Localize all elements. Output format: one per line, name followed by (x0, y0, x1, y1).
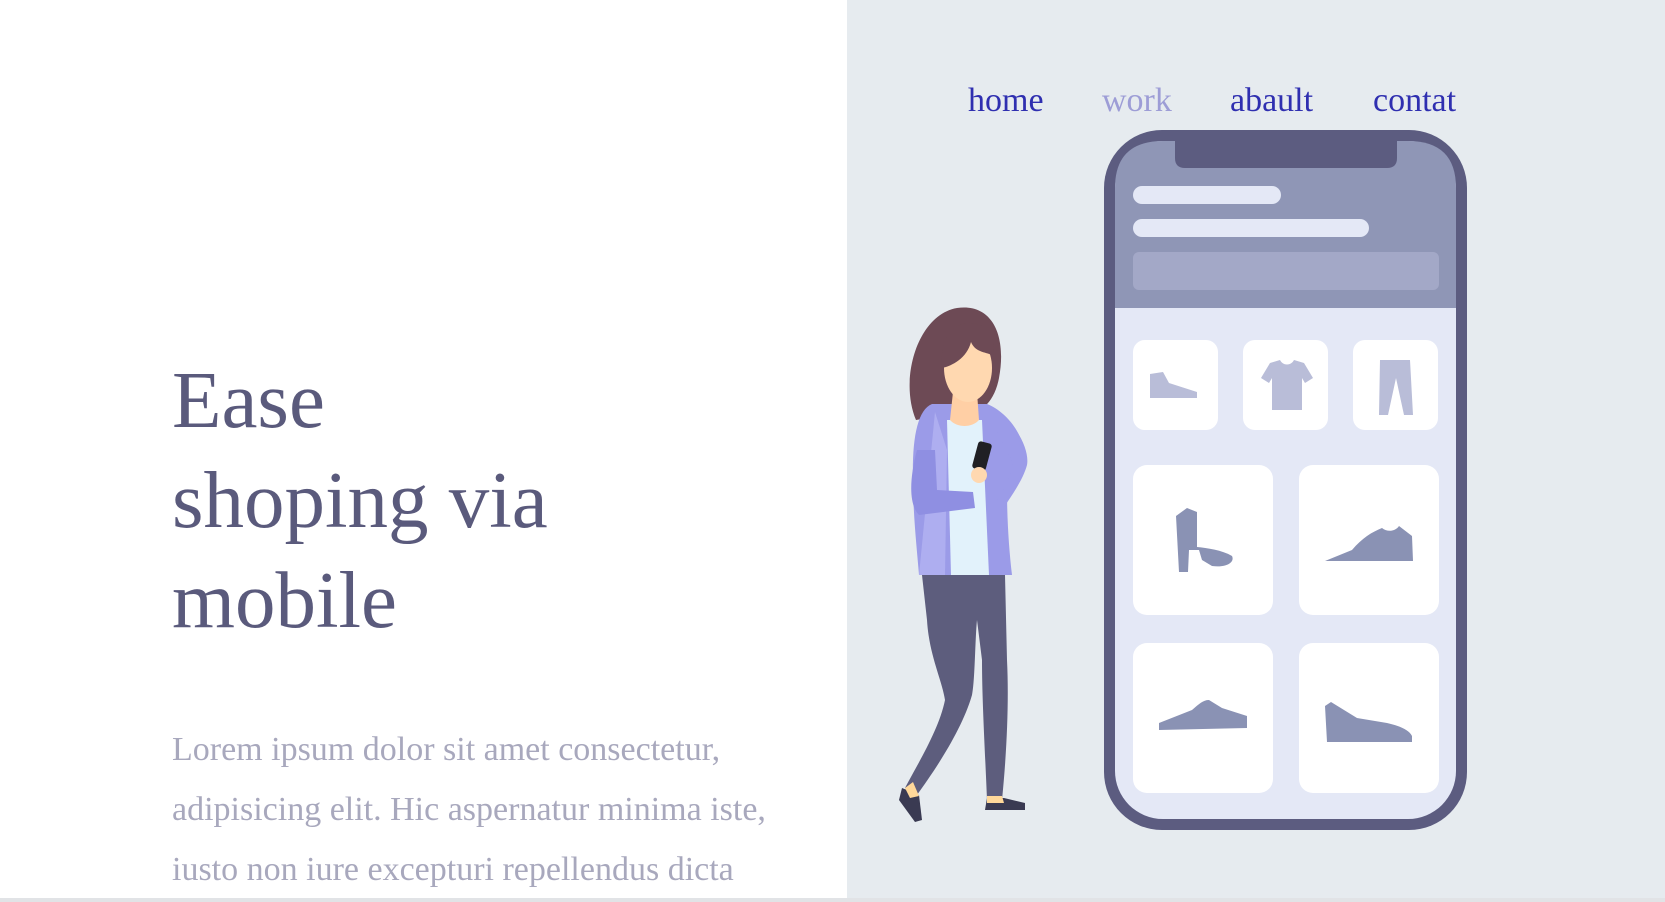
product-card (1133, 465, 1273, 615)
nav-link-about[interactable]: abault (1230, 82, 1313, 120)
hero-paragraph: Lorem ipsum dolor sit amet consectetur, … (172, 731, 766, 888)
shopping-illustration (899, 130, 1467, 830)
hero-title-line: Ease (172, 355, 325, 445)
phone-search-bar (1133, 252, 1439, 290)
product-card (1299, 643, 1439, 793)
category-card (1133, 340, 1218, 430)
nav-link-contact[interactable]: contat (1373, 82, 1456, 120)
phone-mockup (1104, 130, 1467, 830)
phone-header-bar (1133, 219, 1369, 237)
nav-link-work[interactable]: work (1102, 82, 1172, 120)
category-card (1353, 340, 1438, 430)
hero-title: Ease shoping via mobile (172, 350, 548, 650)
nav-link-home[interactable]: home (968, 82, 1044, 120)
phone-header-bar (1133, 186, 1281, 204)
woman-figure (899, 307, 1028, 822)
hero-title-line: shoping via (172, 455, 548, 545)
hero-title-line: mobile (172, 555, 397, 645)
